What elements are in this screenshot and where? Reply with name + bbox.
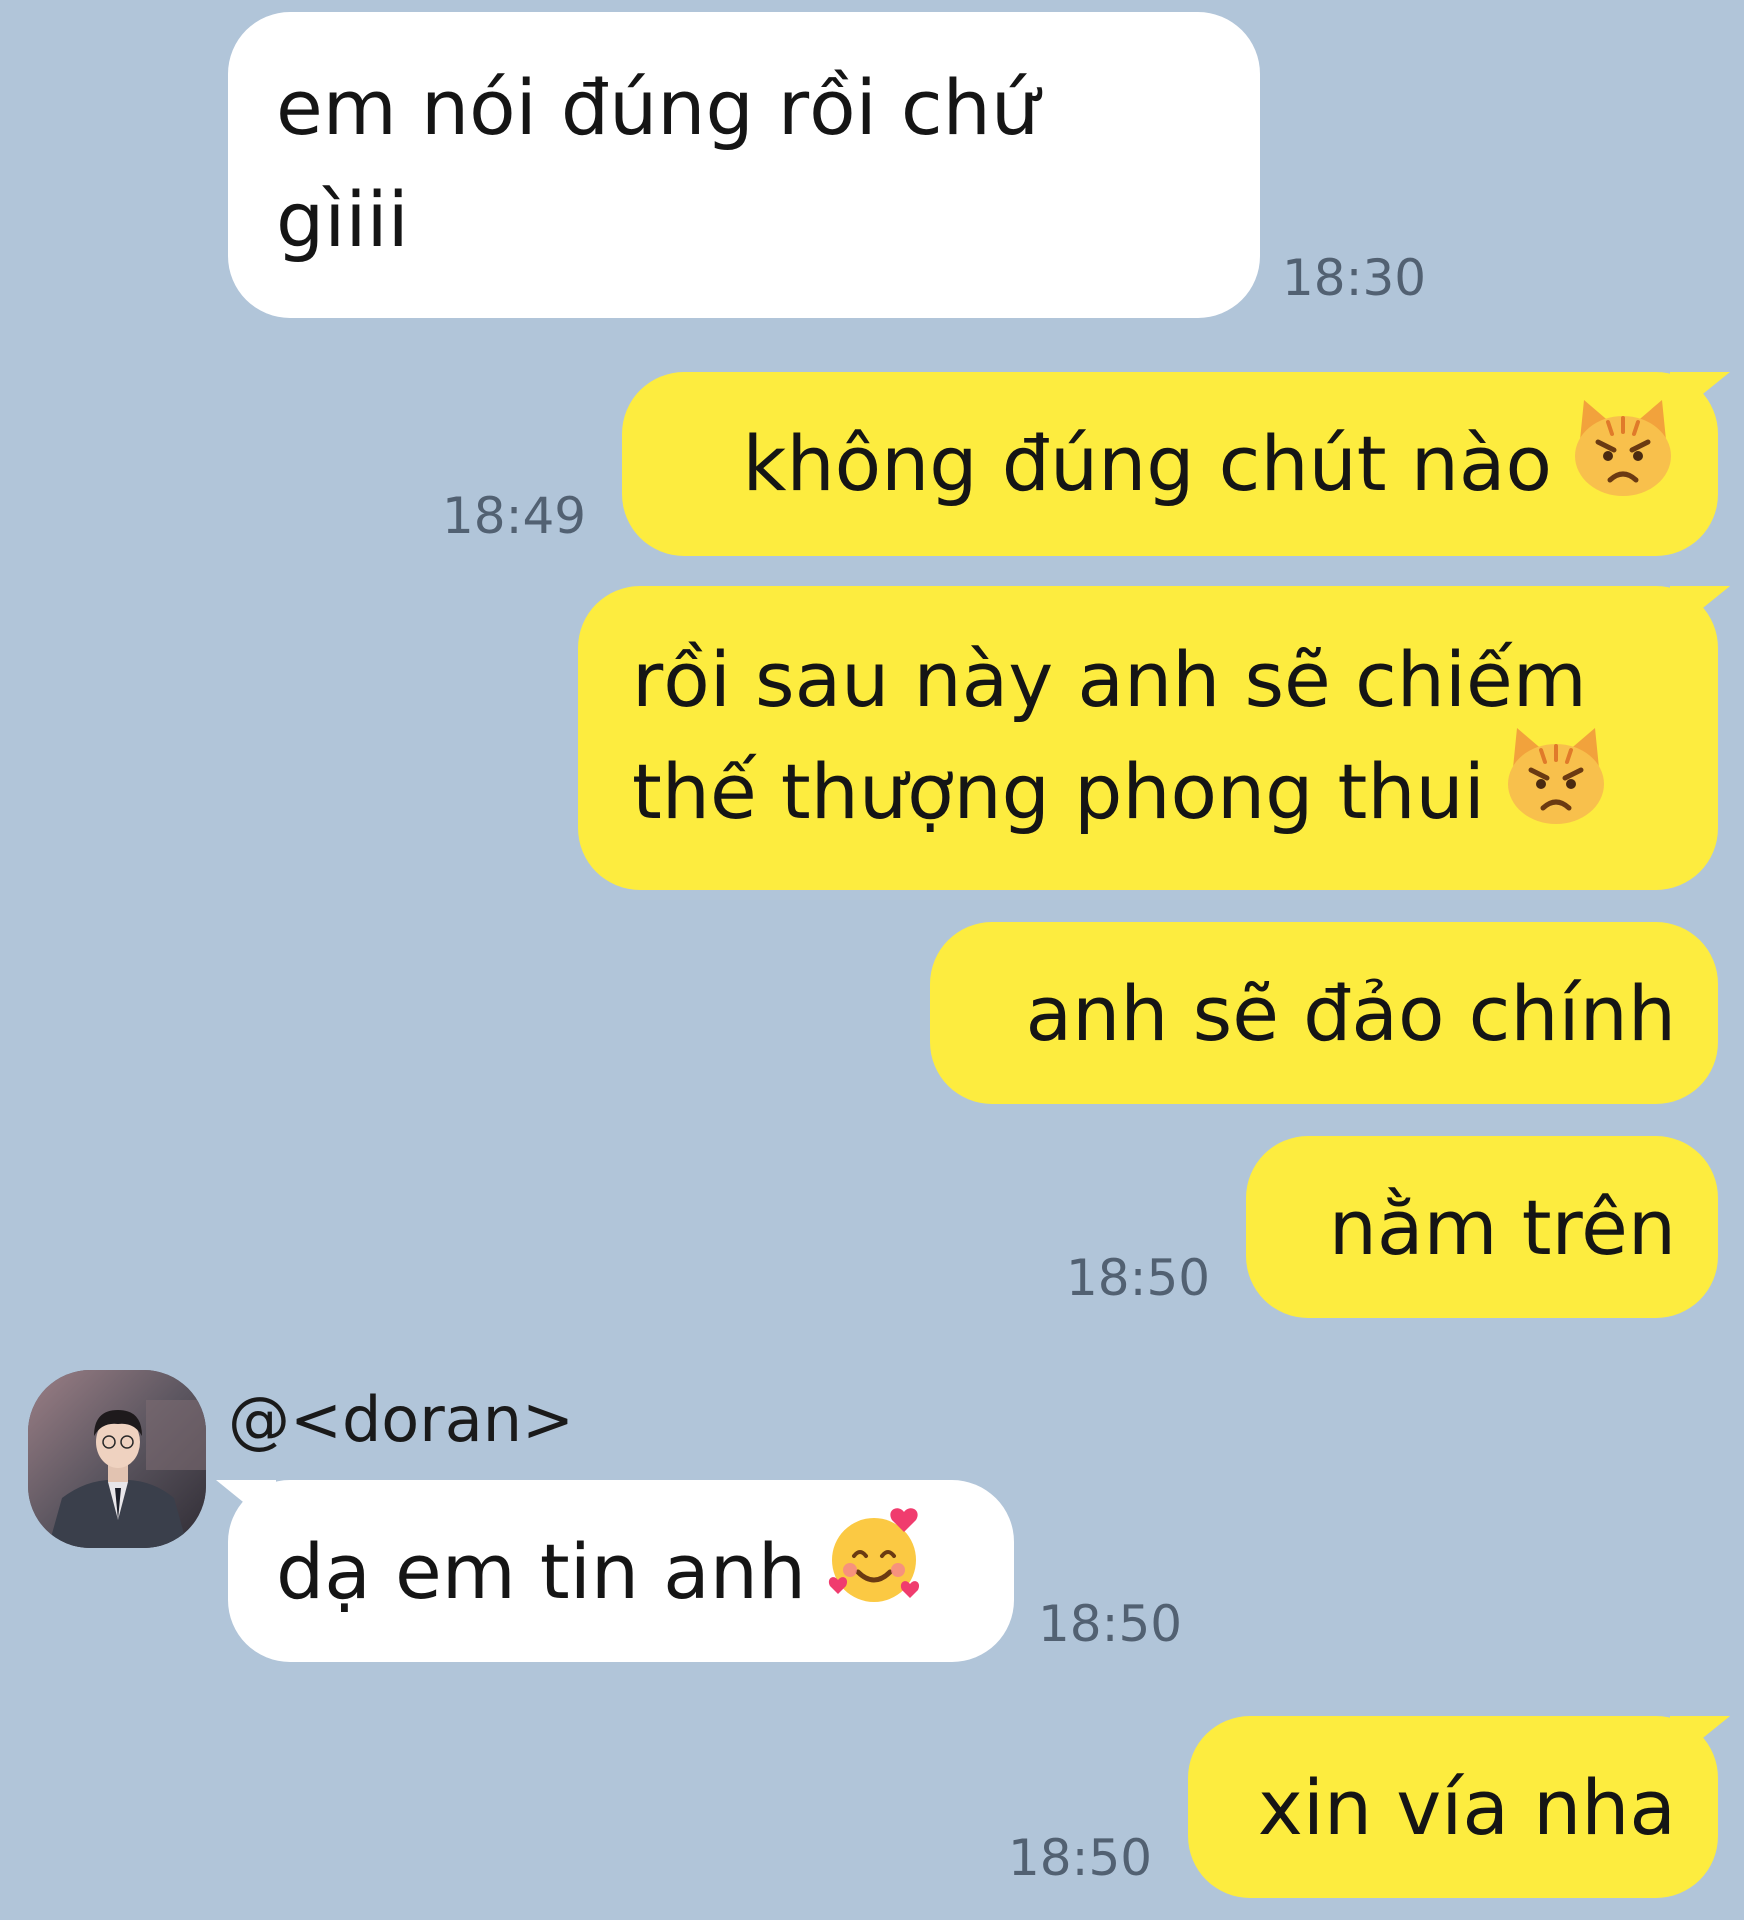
angry-cat-emoji	[1503, 726, 1609, 856]
message-text: dạ em tin anh	[276, 1527, 807, 1616]
message-text: anh sẽ đảo chính	[1025, 969, 1676, 1058]
message-timestamp: 18:49	[442, 487, 587, 545]
message-timestamp: 18:50	[1008, 1829, 1153, 1887]
message-text: thế thượng phong thui	[632, 747, 1485, 836]
message-bubble-outgoing[interactable]: xin vía nha	[1188, 1716, 1730, 1898]
message-text-line: dạ em tin anh	[276, 1508, 966, 1638]
message-text-line: thế thượng phong thui	[632, 728, 1676, 856]
message-text: nằm trên	[1328, 1183, 1676, 1272]
message-bubble-outgoing[interactable]: không đúng chút nào	[622, 372, 1730, 556]
message-timestamp: 18:30	[1282, 249, 1427, 307]
message-bubble-outgoing[interactable]: anh sẽ đảo chính	[930, 922, 1718, 1104]
bubble-tail	[1670, 586, 1730, 620]
message-text: xin vía nha	[1257, 1763, 1676, 1852]
smiling-face-with-hearts-emoji	[824, 1504, 928, 1638]
message-text-line: rồi sau này anh sẽ chiếm	[632, 635, 1587, 724]
message-text-line: không đúng chút nào	[662, 400, 1676, 528]
message-text: không đúng chút nào	[742, 419, 1552, 508]
message-timestamp: 18:50	[1066, 1249, 1211, 1307]
sender-name: @<doran>	[228, 1383, 574, 1456]
message-bubble-outgoing[interactable]: nằm trên	[1246, 1136, 1718, 1318]
bubble-tail	[1670, 1716, 1730, 1750]
message-bubble-incoming[interactable]: dạ em tin anh	[216, 1480, 1014, 1662]
message-text-line: em nói đúng rồi chứ	[276, 63, 1040, 152]
message-timestamp: 18:50	[1038, 1595, 1183, 1653]
bubble-tail	[216, 1480, 276, 1514]
angry-cat-emoji	[1570, 398, 1676, 528]
message-bubble-outgoing[interactable]: rồi sau này anh sẽ chiếm thế thượng phon…	[578, 586, 1730, 890]
message-bubble-incoming[interactable]: em nói đúng rồi chứ gìiii	[228, 12, 1260, 318]
bubble-tail	[1670, 372, 1730, 406]
avatar[interactable]	[28, 1370, 206, 1548]
message-text-line: gìiii	[276, 175, 409, 264]
